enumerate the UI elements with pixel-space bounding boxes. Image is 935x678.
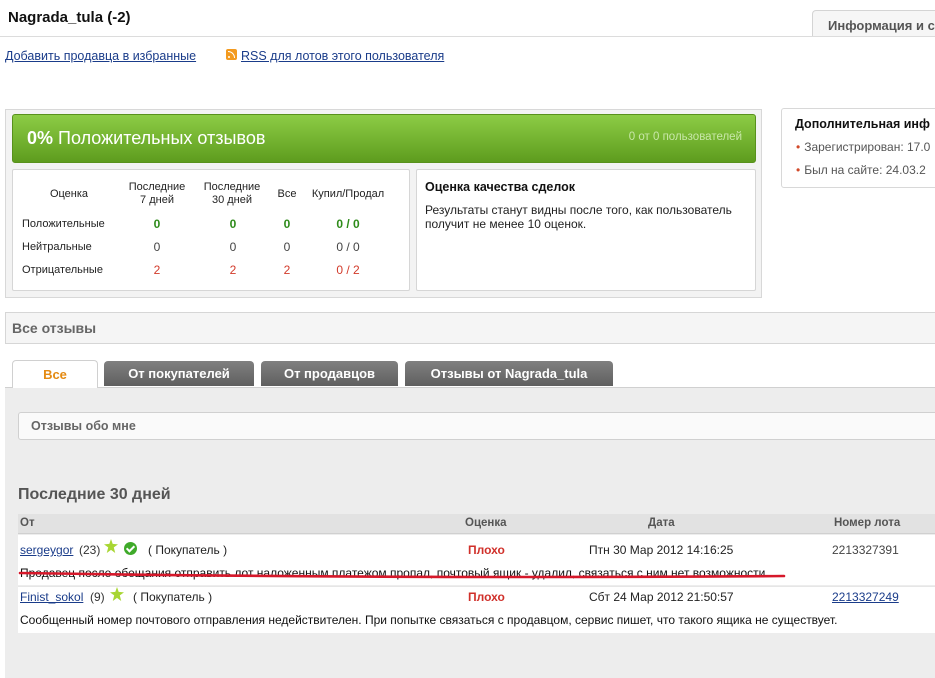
- additional-info-title: Дополнительная инф: [795, 117, 930, 131]
- stats-header-7days: Последние 7 дней: [128, 181, 186, 206]
- about-me-title: Отзывы обо мне: [31, 419, 136, 433]
- stats-negative-buy-sell: 0 / 2: [336, 263, 360, 277]
- users-count: 0 от 0 пользователей: [628, 131, 742, 143]
- stats-row-neutral-label: Нейтральные: [22, 241, 92, 253]
- tab-information[interactable]: Информация и с: [812, 10, 935, 37]
- column-lot-number: Номер лота: [834, 517, 901, 529]
- stats-header-rating: Оценка: [49, 188, 89, 200]
- page-title: Nagrada_tula (-2): [8, 9, 131, 26]
- stats-row-negative-label: Отрицательные: [22, 264, 103, 276]
- review-rating: Плохо: [468, 590, 505, 604]
- stats-positive-30d: 0: [229, 217, 237, 231]
- stats-header-all: Все: [277, 188, 297, 200]
- rss-lots-link[interactable]: RSS для лотов этого пользователя: [241, 49, 444, 63]
- column-date: Дата: [648, 517, 675, 529]
- positive-rating-bar: 0% Положительных отзывов 0 от 0 пользова…: [12, 114, 756, 163]
- stats-header-buy-sell: Купил/Продал: [311, 188, 385, 200]
- review-rating: Плохо: [468, 543, 505, 557]
- stats-neutral-30d: 0: [229, 240, 237, 254]
- review-date: Птн 30 Мар 2012 14:16:25: [589, 543, 734, 557]
- period-title: Последние 30 дней: [18, 486, 171, 503]
- registered-date: • Зарегистрирован: 17.0: [796, 140, 931, 154]
- stats-row-positive-label: Положительные: [22, 218, 105, 230]
- reviewer-count: (9): [90, 590, 105, 604]
- deal-quality-title: Оценка качества сделок: [425, 180, 576, 194]
- stats-negative-all: 2: [283, 263, 291, 277]
- stats-neutral-7d: 0: [153, 240, 161, 254]
- last-seen-date: • Был на сайте: 24.03.2: [796, 163, 926, 177]
- column-rating: Оценка: [465, 517, 507, 529]
- deal-quality-text: Результаты станут видны после того, как …: [425, 203, 732, 231]
- stats-neutral-all: 0: [283, 240, 291, 254]
- bullet-icon: •: [796, 163, 801, 177]
- reviewer-link[interactable]: Finist_sokol: [20, 590, 83, 604]
- lot-number-link[interactable]: 2213327249: [832, 590, 899, 604]
- bullet-icon: •: [796, 140, 801, 154]
- stats-neutral-buy-sell: 0 / 0: [336, 240, 360, 254]
- review-date: Сбт 24 Мар 2012 21:50:57: [589, 590, 734, 604]
- positive-percent: 0% Положительных отзывов: [27, 128, 266, 148]
- all-reviews-header: Все отзывы: [5, 312, 935, 344]
- tab-from-sellers[interactable]: От продавцов: [261, 361, 398, 386]
- reviewer-link[interactable]: sergeygor: [20, 543, 73, 557]
- reviewer-role: ( Покупатель ): [148, 543, 228, 557]
- rss-icon[interactable]: [226, 49, 237, 60]
- about-me-header: Отзывы обо мне: [18, 412, 935, 440]
- tab-all[interactable]: Все: [12, 360, 98, 388]
- reviewer-count: (23): [79, 543, 101, 557]
- stats-header-30days: Последние 30 дней: [203, 181, 261, 206]
- header-divider: [0, 36, 935, 37]
- tab-from-buyers[interactable]: От покупателей: [104, 361, 254, 386]
- stats-negative-30d: 2: [229, 263, 237, 277]
- stats-positive-all: 0: [283, 217, 291, 231]
- review-comment: Сообщенный номер почтового отправления н…: [20, 613, 838, 627]
- add-favorite-seller-link[interactable]: Добавить продавца в избранные: [5, 49, 196, 63]
- lot-number: 2213327391: [832, 543, 899, 557]
- tab-information-label: Информация и с: [828, 18, 935, 33]
- annotation-underline: [18, 571, 786, 579]
- reviewer-role: ( Покупатель ): [133, 590, 213, 604]
- column-from: От: [20, 517, 35, 529]
- stats-positive-buy-sell: 0 / 0: [336, 217, 360, 231]
- all-reviews-title: Все отзывы: [12, 320, 97, 336]
- verified-check-icon: [124, 542, 137, 555]
- stats-negative-7d: 2: [153, 263, 161, 277]
- tab-reviews-by-user[interactable]: Отзывы от Nagrada_tula: [405, 361, 613, 386]
- stats-positive-7d: 0: [153, 217, 161, 231]
